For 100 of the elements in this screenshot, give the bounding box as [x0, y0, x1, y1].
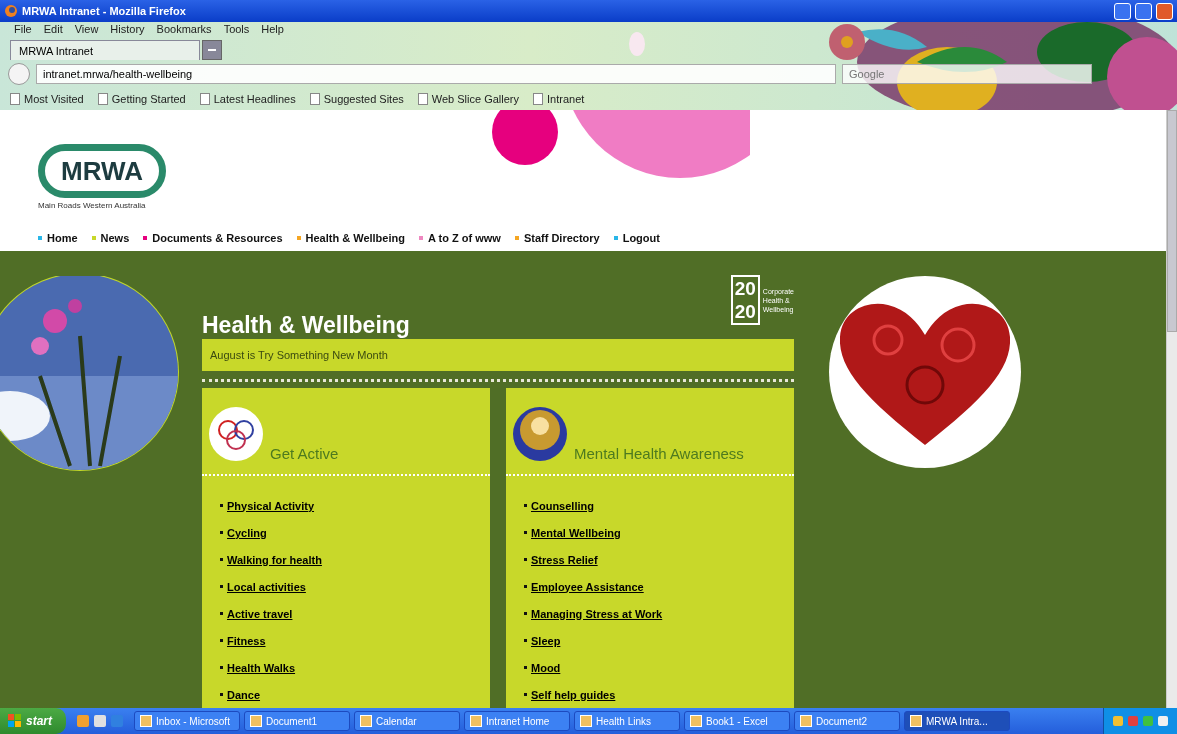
minimize-button[interactable]: [1114, 2, 1131, 20]
taskbar-button[interactable]: Calendar: [354, 711, 460, 731]
panel-link[interactable]: Self help guides: [531, 688, 616, 701]
nav-link[interactable]: Staff Directory: [514, 232, 600, 244]
nav-link[interactable]: Documents & Resources: [143, 232, 283, 244]
bullet-icon: [220, 504, 223, 507]
bookmark-item[interactable]: Latest Headlines: [199, 93, 296, 105]
start-button[interactable]: start: [0, 708, 66, 734]
taskbar-button[interactable]: Document2: [794, 711, 900, 731]
menu-item[interactable]: History: [110, 23, 145, 35]
bullet-icon: [524, 612, 527, 615]
panel-link[interactable]: Health Walks: [227, 661, 296, 674]
menu-item[interactable]: Bookmarks: [156, 23, 212, 35]
menu-item[interactable]: Edit: [43, 23, 63, 35]
announcement-banner: August is Try Something New Month: [202, 339, 794, 371]
bullet-icon: [524, 666, 527, 669]
page-icon: [309, 93, 320, 105]
bullet-icon: [524, 585, 527, 588]
panel-link[interactable]: Stress Relief: [531, 553, 598, 566]
taskbar-button[interactable]: MRWA Intra...: [904, 711, 1010, 731]
bullet-icon: [524, 693, 527, 696]
taskbar-button[interactable]: Book1 - Excel: [684, 711, 790, 731]
bullet-icon: [220, 612, 223, 615]
window-icon: [910, 715, 922, 727]
page-icon: [533, 93, 543, 105]
panel-link[interactable]: Cycling: [227, 526, 267, 539]
bookmark-item[interactable]: Getting Started: [97, 93, 186, 105]
bullet-icon: [220, 639, 223, 642]
tray-icon: [1142, 715, 1154, 727]
panel-link[interactable]: Mental Wellbeing: [531, 526, 621, 539]
bookmark-item[interactable]: Suggested Sites: [309, 93, 404, 105]
bullet-icon: [220, 693, 223, 696]
bookmark-item[interactable]: Most Visited: [10, 93, 84, 105]
site-logo: MRWA: [38, 144, 166, 198]
scroll-thumb[interactable]: [1167, 110, 1177, 332]
bullet-icon: [524, 639, 527, 642]
panel-link[interactable]: Sleep: [531, 634, 561, 647]
nav-link[interactable]: Logout: [613, 232, 660, 244]
panel-link[interactable]: Mood: [531, 661, 561, 674]
nav-link[interactable]: A to Z of www: [418, 232, 501, 244]
page-icon: [199, 93, 210, 105]
menu-item[interactable]: File: [14, 23, 32, 35]
window-title: MRWA Intranet - Mozilla Firefox: [22, 5, 186, 17]
taskbar-button[interactable]: Document1: [244, 711, 350, 731]
browser-icon: [4, 4, 18, 18]
page-icon: [97, 93, 108, 105]
panel-link[interactable]: Counselling: [531, 499, 594, 512]
page-icon: [10, 93, 20, 105]
bookmark-item[interactable]: Web Slice Gallery: [417, 93, 519, 105]
window-icon: [690, 715, 702, 727]
windows-logo-icon: [8, 714, 22, 728]
search-field[interactable]: Google: [842, 64, 1092, 84]
window-icon: [140, 715, 152, 727]
maximize-button[interactable]: [1135, 2, 1152, 20]
bullet-icon: [524, 531, 527, 534]
rings-icon: [208, 406, 264, 462]
bullet-icon: [220, 585, 223, 588]
window-icon: [580, 715, 592, 727]
app-icon: [110, 714, 124, 728]
bullet-icon: [524, 504, 527, 507]
tray-icon: [1127, 715, 1139, 727]
page-heading: Health & Wellbeing: [202, 312, 410, 339]
close-button[interactable]: [1156, 2, 1173, 20]
scrollbar[interactable]: [1166, 110, 1177, 708]
panel-link[interactable]: Dance: [227, 688, 261, 701]
app-icon: [76, 714, 90, 728]
logo-tagline: Main Roads Western Australia: [38, 201, 146, 210]
nav-link[interactable]: News: [91, 232, 130, 244]
menu-item[interactable]: Help: [261, 23, 284, 35]
tray-icon: [1157, 715, 1169, 727]
browser-tab[interactable]: MRWA Intranet: [10, 40, 200, 60]
panel-link[interactable]: Walking for health: [227, 553, 322, 566]
panel-title: Mental Health Awareness: [574, 445, 744, 462]
tray-icon: [1112, 715, 1124, 727]
panel-link[interactable]: Employee Assistance: [531, 580, 644, 593]
bullet-icon: [524, 558, 527, 561]
new-tab-button[interactable]: [202, 40, 222, 60]
window-icon: [800, 715, 812, 727]
page-icon: [417, 93, 428, 105]
panel-link[interactable]: Fitness: [227, 634, 266, 647]
bullet-icon: [220, 558, 223, 561]
bullet-icon: [220, 531, 223, 534]
panel-link[interactable]: Physical Activity: [227, 499, 315, 512]
nav-link[interactable]: Home: [38, 232, 78, 244]
panel-title: Get Active: [270, 445, 339, 462]
window-icon: [470, 715, 482, 727]
minus-icon: [208, 49, 216, 51]
taskbar-button[interactable]: Inbox - Microsoft: [134, 711, 240, 731]
taskbar-button[interactable]: Intranet Home: [464, 711, 570, 731]
bullet-icon: [220, 666, 223, 669]
panel-link[interactable]: Managing Stress at Work: [531, 607, 663, 620]
window-icon: [360, 715, 372, 727]
taskbar-button[interactable]: Health Links: [574, 711, 680, 731]
menu-item[interactable]: View: [74, 23, 99, 35]
panel-link[interactable]: Active travel: [227, 607, 293, 620]
menu-item[interactable]: Tools: [223, 23, 250, 35]
panel-link[interactable]: Local activities: [227, 580, 306, 593]
address-field[interactable]: intranet.mrwa/health-wellbeing: [36, 64, 836, 84]
nav-link[interactable]: Health & Wellbeing: [296, 232, 405, 244]
bookmark-item[interactable]: Intranet: [533, 93, 585, 105]
